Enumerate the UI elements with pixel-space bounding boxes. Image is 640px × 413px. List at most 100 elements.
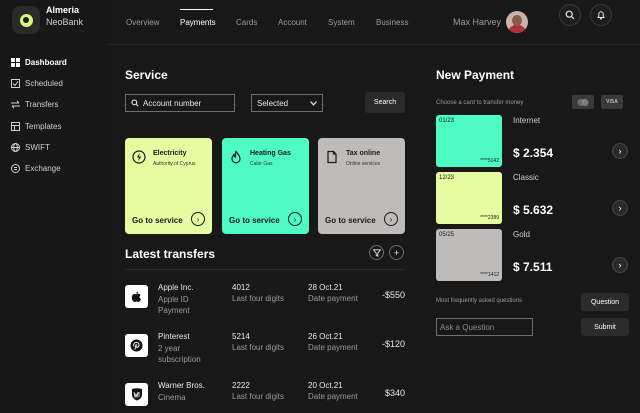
search-submit-button[interactable]: Search [365,92,405,113]
select-value: Selected [257,98,289,108]
sidebar-item-label: Scheduled [25,78,63,88]
ask-question-input[interactable] [436,318,533,336]
service-card-electricity[interactable]: Electricity Authority of Cyprus Go to se… [125,138,212,234]
brand-logo[interactable] [12,6,40,34]
account-name: Gold [513,230,530,239]
arrow-right-icon[interactable]: › [612,143,628,159]
avatar[interactable] [506,11,528,33]
card-expiry: 12/23 [439,175,455,181]
arrow-right-icon[interactable]: › [191,212,205,226]
search-icon [131,99,139,107]
sidebar-item-templates[interactable]: Templates [11,119,61,133]
sidebar-item-dashboard[interactable]: Dashboard [11,55,67,69]
transfer-date-label: Date payment [308,343,358,352]
transfer-date: 26 Oct.21 [308,332,343,341]
service-select[interactable]: Selected [251,94,323,112]
service-title: Service [125,68,168,82]
document-icon [327,150,337,164]
submit-button[interactable]: Submit [581,318,629,336]
service-card-tax-online[interactable]: Tax online Online services Go to service… [318,138,405,234]
card-expiry: 05/25 [439,232,455,238]
new-payment-title: New Payment [436,68,515,82]
payment-card-internet[interactable]: 01/23 ****5142 [436,115,502,167]
tab-overview[interactable]: Overview [126,18,159,27]
transfer-name: Apple Inc. [158,283,194,292]
service-card-heating-gas[interactable]: Heating Gas Calor Gas Go to service › [222,138,309,234]
add-transfer-button[interactable]: + [389,245,404,260]
tab-payments[interactable]: Payments [180,18,216,27]
service-card-title: Tax online [346,150,381,157]
transfer-date: 28 Oct.21 [308,283,343,292]
brand-name: Almeria [46,5,80,15]
arrow-right-icon[interactable]: › [612,257,628,273]
transfer-date-label: Date payment [308,392,358,401]
service-card-subtitle: Authority of Cyprus [153,161,196,167]
service-card-subtitle: Online services [346,161,381,167]
notifications-button[interactable] [590,4,612,26]
filter-button[interactable] [369,245,384,260]
warner-bros-icon [125,383,148,406]
arrow-right-icon[interactable]: › [288,212,302,226]
chevron-down-icon [310,100,317,106]
templates-icon [11,121,20,131]
table-row[interactable]: Pinterest 2 year subscription 5214 Last … [125,332,405,382]
payment-card-gold[interactable]: 05/25 ****1412 [436,229,502,281]
dashboard-icon [11,57,20,67]
sidebar-item-exchange[interactable]: Exchange [11,161,61,175]
search-placeholder: Account number [143,98,202,108]
brand-subtitle: NeoBank [46,17,84,27]
transfers-divider [125,269,405,270]
mastercard-icon[interactable] [572,95,594,109]
transfers-title: Latest transfers [125,247,216,261]
account-balance: $ 5.632 [513,203,554,217]
arrow-right-icon[interactable]: › [384,212,398,226]
payment-card-classic[interactable]: 12/23 ****2389 [436,172,502,224]
account-balance: $ 7.511 [513,260,553,274]
card-last-digits: ****1412 [480,272,499,278]
sidebar-item-transfers[interactable]: Transfers [11,97,59,111]
account-name: Classic [513,173,539,182]
transfer-date: 20 Oct.21 [308,381,343,390]
go-to-service-label: Go to service [325,216,376,225]
transfer-description: 2 year subscription [158,344,201,364]
tab-system[interactable]: System [328,18,355,27]
search-icon [565,10,575,20]
question-button[interactable]: Question [581,293,629,311]
account-search-input[interactable]: Account number [125,94,235,112]
transfer-description: Cinema [158,393,186,402]
tab-cards[interactable]: Cards [236,18,257,27]
transfer-name: Pinterest [158,332,190,341]
transfer-card-digits: 4012 [232,283,250,292]
plus-icon: + [393,247,400,258]
lightning-icon [132,150,146,164]
account-name: Internet [513,116,541,125]
card-last-digits: ****2389 [480,215,499,221]
sidebar-item-label: Exchange [25,163,61,173]
bell-icon [597,11,605,20]
transfer-amount: $340 [384,388,405,398]
table-row[interactable]: Warner Bros. Cinema 2222 Last four digit… [125,381,405,413]
transfer-icon [11,100,20,109]
account-balance: $ 2.354 [513,146,554,160]
exchange-icon [11,163,20,173]
tab-account[interactable]: Account [278,18,307,27]
sidebar-item-scheduled[interactable]: Scheduled [11,76,63,90]
flame-icon [231,150,241,164]
sidebar-item-swift[interactable]: SWIFT [11,140,50,154]
user-name[interactable]: Max Harvey [453,17,501,27]
globe-icon [11,142,20,152]
calendar-check-icon [11,78,20,88]
transfer-card-digits-label: Last four digits [232,343,285,352]
visa-icon[interactable]: VISA [601,95,623,109]
search-button[interactable] [559,4,581,26]
service-card-subtitle: Calor Gas [250,161,273,167]
table-row[interactable]: Apple Inc. Apple ID Payment 4012 Last fo… [125,283,405,333]
tab-business[interactable]: Business [376,18,408,27]
active-tab-indicator [180,9,213,10]
go-to-service-label: Go to service [132,216,183,225]
transfer-description: Apple ID Payment [158,295,190,315]
sidebar-item-label: Transfers [25,99,59,109]
sidebar-item-label: SWIFT [25,142,50,152]
arrow-right-icon[interactable]: › [612,200,628,216]
sidebar-item-label: Templates [25,121,62,131]
